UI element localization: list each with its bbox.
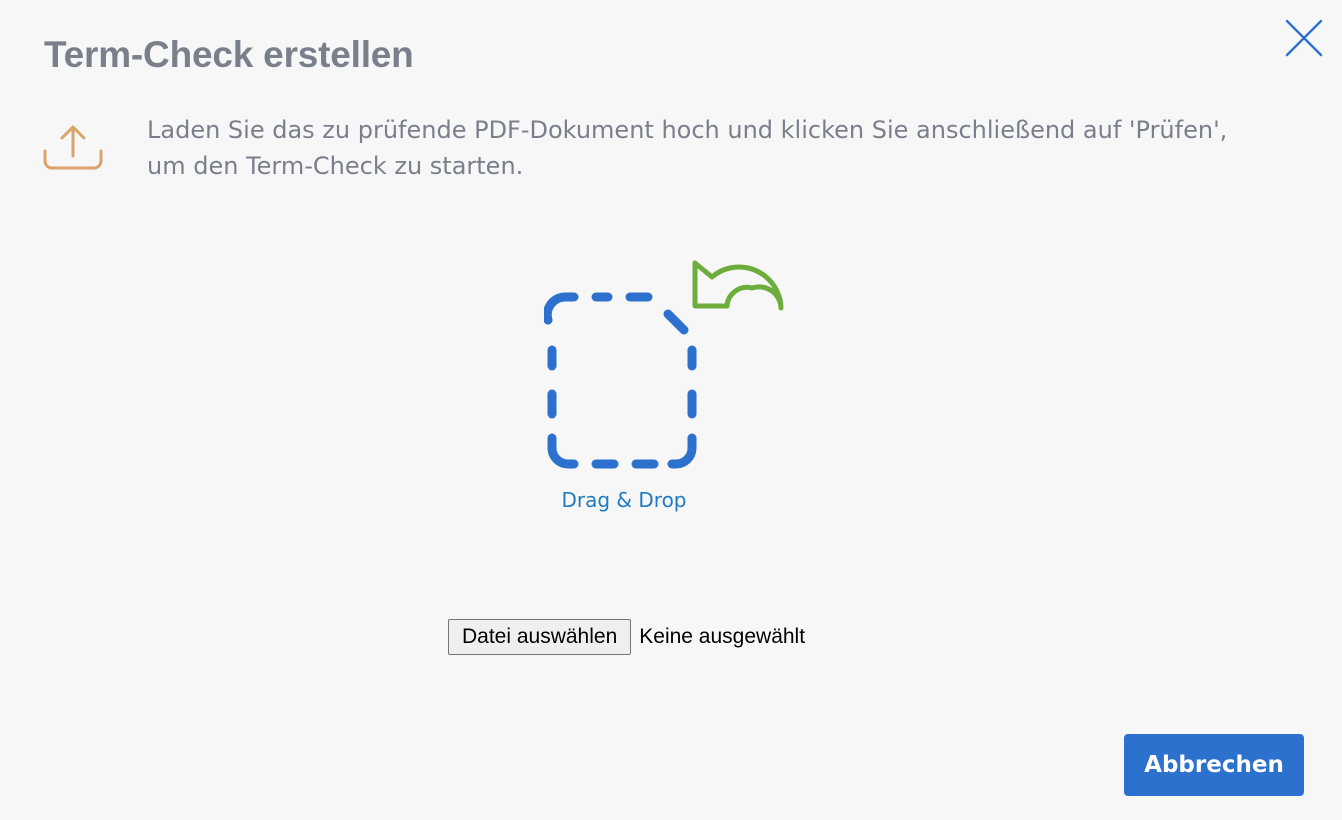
drag-drop-label: Drag & Drop: [561, 488, 687, 512]
dialog-title: Term-Check erstellen: [44, 34, 414, 75]
drag-drop-icon: [544, 260, 784, 469]
file-input-row: Datei auswählen Keine ausgewählt: [448, 619, 805, 655]
upload-icon: [43, 125, 103, 170]
close-icon: [1285, 19, 1323, 57]
close-button[interactable]: [1280, 14, 1328, 62]
term-check-dialog: Term-Check erstellen Laden Sie das zu pr…: [0, 0, 1342, 820]
choose-file-button[interactable]: Datei auswählen: [448, 619, 632, 655]
drop-zone[interactable]: Drag & Drop: [520, 244, 820, 534]
cancel-button[interactable]: Abbrechen: [1124, 734, 1304, 796]
file-status-text: Keine ausgewählt: [639, 625, 806, 648]
info-text: Laden Sie das zu prüfende PDF-Dokument h…: [147, 116, 1228, 180]
